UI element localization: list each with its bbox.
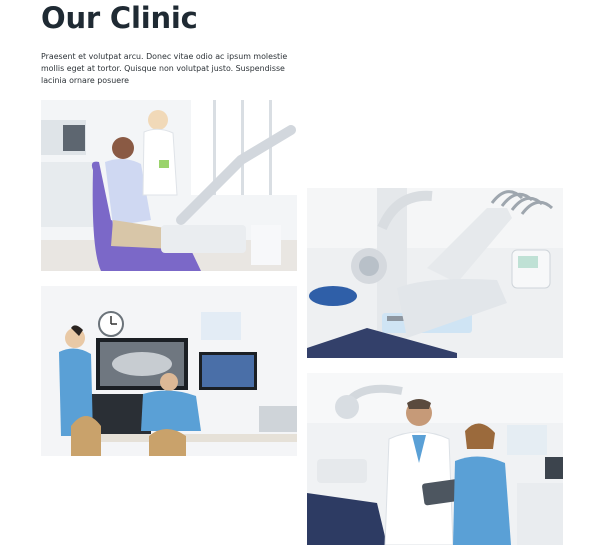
- photo-doctors-xray: [41, 286, 297, 456]
- photo-dentists-tablet: [307, 373, 563, 545]
- photo-patient-dental-chair: [41, 100, 297, 271]
- photo-dental-unit: [307, 188, 563, 358]
- page-title: Our Clinic: [41, 1, 198, 35]
- intro-paragraph: Praesent et volutpat arcu. Donec vitae o…: [41, 52, 288, 85]
